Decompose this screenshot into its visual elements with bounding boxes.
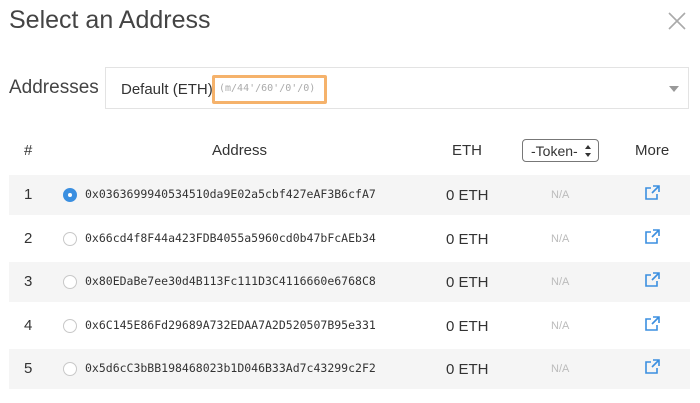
row-number: 1 <box>24 186 33 203</box>
header-num: # <box>24 142 33 159</box>
external-link-icon[interactable] <box>644 228 661 245</box>
header-more: More <box>635 142 670 159</box>
header-address: Address <box>212 142 268 159</box>
address-radio[interactable] <box>63 319 77 333</box>
row-number: 5 <box>24 360 33 377</box>
table-row[interactable]: 2 0x66cd4f8F44a423FDB4055a5960cd0b47bFcAE… <box>9 219 690 259</box>
row-number: 4 <box>24 317 33 334</box>
address-value: 0x6C145E86Fd29689A732EDAA7A2D520507B95e3… <box>85 318 376 332</box>
address-value: 0x66cd4f8F44a423FDB4055a5960cd0b47bFcAEb… <box>85 231 376 245</box>
derivation-path: (m/44'/60'/0'/0) <box>219 83 316 94</box>
address-value: 0x80EDaBe7ee30d4B113Fc111D3C4116660e6768… <box>85 274 376 288</box>
token-select[interactable]: -Token- <box>522 139 599 162</box>
table-row[interactable]: 1 0x0363699940534510da9E02a5cbf427eAF3B6c… <box>9 175 690 215</box>
token-balance: N/A <box>551 233 570 245</box>
row-number: 3 <box>24 273 33 290</box>
external-link-icon[interactable] <box>644 271 661 288</box>
token-select-label: -Token- <box>531 143 578 159</box>
address-radio[interactable] <box>63 275 77 289</box>
row-number: 2 <box>24 230 33 247</box>
external-link-icon[interactable] <box>644 184 661 201</box>
external-link-icon[interactable] <box>644 315 661 332</box>
table-row[interactable]: 5 0x5d6cC3bBB198468023b1D046B33Ad7c43299c… <box>9 349 690 389</box>
address-radio[interactable] <box>63 362 77 376</box>
table-row[interactable]: 3 0x80EDaBe7ee30d4B113Fc111D3C4116660e676… <box>9 262 690 302</box>
table-row[interactable]: 4 0x6C145E86Fd29689A732EDAA7A2D520507B95e… <box>9 306 690 346</box>
token-balance: N/A <box>551 320 570 332</box>
eth-balance: 0 ETH <box>446 318 489 335</box>
token-balance: N/A <box>551 363 570 375</box>
address-radio[interactable] <box>63 188 77 202</box>
eth-balance: 0 ETH <box>446 361 489 378</box>
dialog-title: Select an Address <box>9 6 211 34</box>
selected-path-name: Default (ETH) <box>121 81 213 98</box>
updown-arrows-icon <box>585 145 591 157</box>
address-value: 0x0363699940534510da9E02a5cbf427eAF3B6cf… <box>85 187 376 201</box>
eth-balance: 0 ETH <box>446 274 489 291</box>
token-balance: N/A <box>551 276 570 288</box>
address-value: 0x5d6cC3bBB198468023b1D046B33Ad7c43299c2… <box>85 361 376 375</box>
header-eth: ETH <box>452 142 482 159</box>
eth-balance: 0 ETH <box>446 187 489 204</box>
close-icon[interactable] <box>666 10 688 32</box>
chevron-down-icon <box>669 86 679 92</box>
address-radio[interactable] <box>63 232 77 246</box>
external-link-icon[interactable] <box>644 358 661 375</box>
derivation-path-select[interactable]: Default (ETH) (m/44'/60'/0'/0) <box>105 67 689 109</box>
token-balance: N/A <box>551 189 570 201</box>
eth-balance: 0 ETH <box>446 231 489 248</box>
addresses-label: Addresses <box>9 77 99 98</box>
